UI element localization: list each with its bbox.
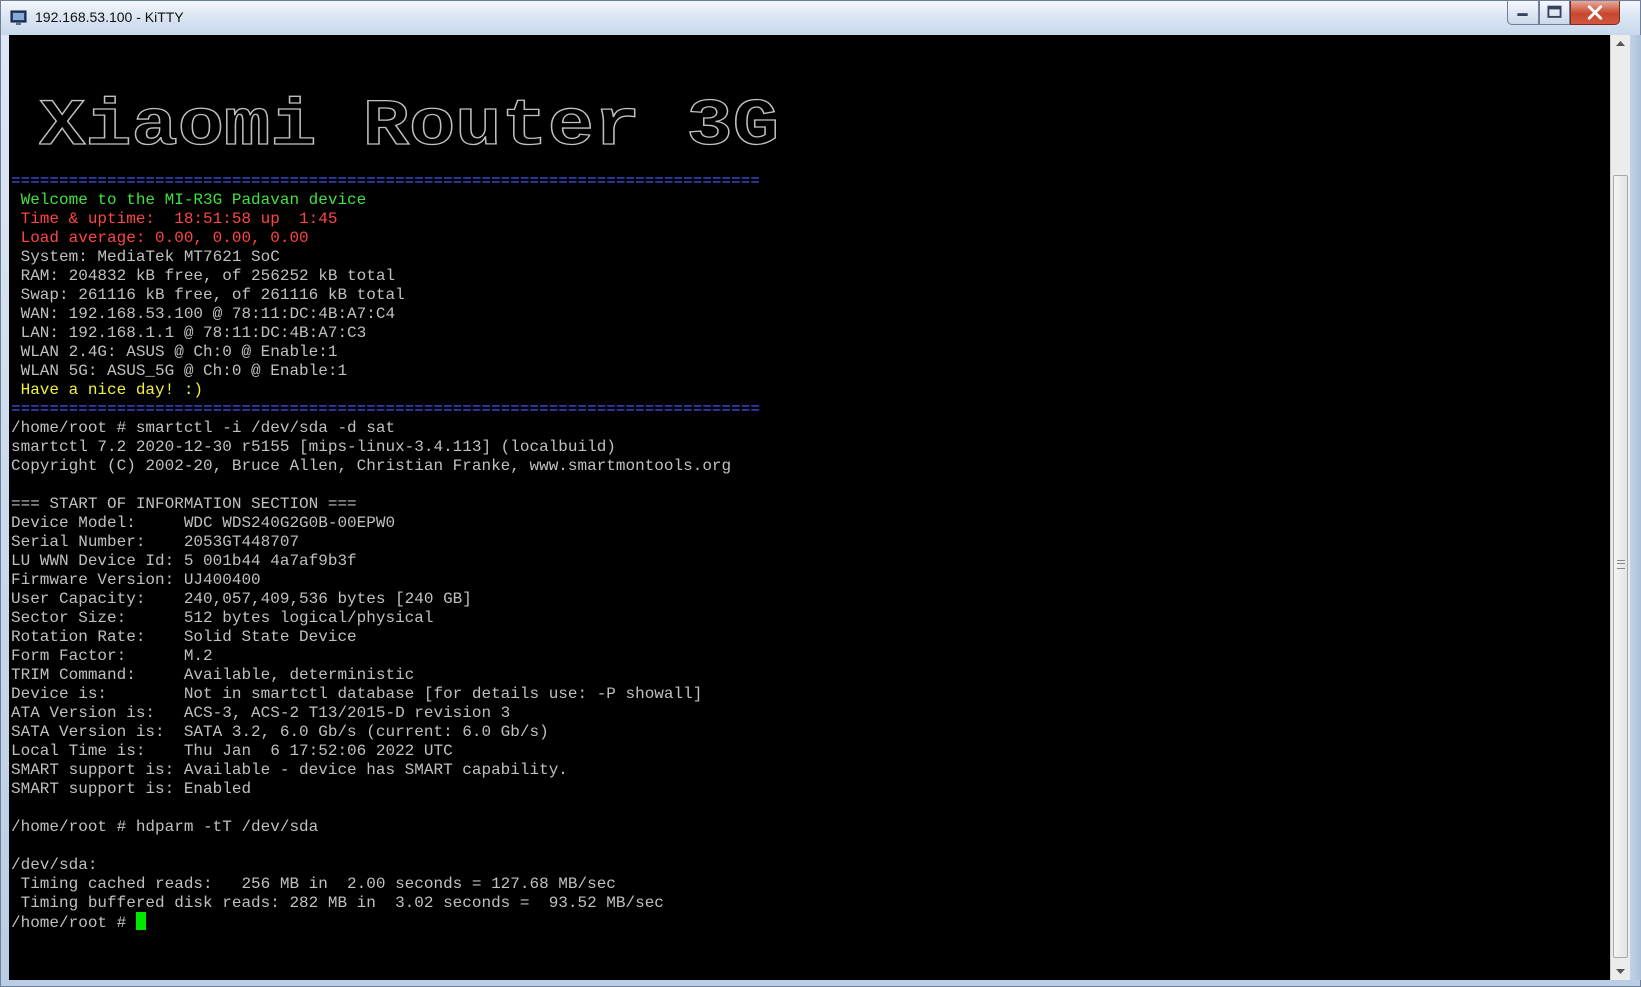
minimize-button[interactable]: [1507, 1, 1539, 25]
maximize-button[interactable]: [1539, 1, 1570, 25]
info-line: Sector Size: 512 bytes logical/physical: [11, 609, 434, 627]
banner-swap: Swap: 261116 kB free, of 261116 kB total: [11, 286, 405, 304]
info-line: Local Time is: Thu Jan 6 17:52:06 2022 U…: [11, 742, 453, 760]
arrow-up-icon: [1616, 41, 1625, 46]
command-smartctl: /home/root # smartctl -i /dev/sda -d sat: [11, 419, 396, 437]
thumb-grip-icon: [1617, 560, 1625, 569]
banner-load: Load average: 0.00, 0.00, 0.00: [11, 229, 309, 247]
maximize-icon: [1547, 5, 1562, 18]
info-line: Rotation Rate: Solid State Device: [11, 628, 357, 646]
window-title: 192.168.53.100 - KiTTY: [35, 9, 184, 25]
banner-wlan24: WLAN 2.4G: ASUS @ Ch:0 @ Enable:1: [11, 343, 338, 361]
ascii-art-logo-text: Xiaomi Router 3G: [39, 89, 779, 164]
scroll-down-button[interactable]: [1611, 962, 1630, 980]
close-icon: [1587, 5, 1603, 20]
banner-welcome: Welcome to the MI-R3G Padavan device: [11, 191, 367, 209]
shell-prompt: /home/root #: [11, 914, 136, 932]
info-line: SATA Version is: SATA 3.2, 6.0 Gb/s (cur…: [11, 723, 549, 741]
info-line: User Capacity: 240,057,409,536 bytes [24…: [11, 590, 472, 608]
info-line: Form Factor: M.2: [11, 647, 213, 665]
info-line: ATA Version is: ACS-3, ACS-2 T13/2015-D …: [11, 704, 511, 722]
kitty-app-icon[interactable]: [10, 9, 27, 26]
info-line: Device Model: WDC WDS240G2G0B-00EPW0: [11, 514, 396, 532]
vertical-scrollbar[interactable]: [1610, 35, 1630, 980]
info-section-header: === START OF INFORMATION SECTION ===: [11, 495, 357, 513]
hdparm-buffered-reads: Timing buffered disk reads: 282 MB in 3.…: [11, 894, 664, 912]
hdparm-cached-reads: Timing cached reads: 256 MB in 2.00 seco…: [11, 875, 616, 893]
minimize-icon: [1517, 13, 1528, 16]
shell-prompt-line[interactable]: /home/root #: [11, 912, 146, 933]
arrow-down-icon: [1616, 969, 1625, 974]
banner-time: Time & uptime: 18:51:58 up 1:45: [11, 210, 338, 228]
smartctl-copyright: Copyright (C) 2002-20, Bruce Allen, Chri…: [11, 457, 732, 475]
info-line: SMART support is: Enabled: [11, 780, 252, 798]
banner-goodbye: Have a nice day! :): [11, 381, 204, 399]
info-line: Device is: Not in smartctl database [for…: [11, 685, 703, 703]
kitty-window: 192.168.53.100 - KiTTY Xiaomi Router 3G …: [0, 0, 1641, 987]
info-line: LU WWN Device Id: 5 001b44 4a7af9b3f: [11, 552, 357, 570]
scroll-up-button[interactable]: [1611, 35, 1630, 53]
info-line: SMART support is: Available - device has…: [11, 761, 568, 779]
info-line: TRIM Command: Available, deterministic: [11, 666, 415, 684]
hdparm-device: /dev/sda:: [11, 856, 98, 874]
banner-ram: RAM: 204832 kB free, of 256252 kB total: [11, 267, 396, 285]
title-bar[interactable]: 192.168.53.100 - KiTTY: [1, 1, 1640, 35]
smartctl-version: smartctl 7.2 2020-12-30 r5155 [mips-linu…: [11, 438, 616, 456]
banner-wlan5: WLAN 5G: ASUS_5G @ Ch:0 @ Enable:1: [11, 362, 348, 380]
ascii-art-logo: Xiaomi Router 3G: [39, 88, 780, 164]
close-button[interactable]: [1570, 1, 1620, 25]
info-line: Firmware Version: UJ400400: [11, 571, 261, 589]
scroll-thumb[interactable]: [1613, 175, 1628, 958]
separator-top: ========================================…: [11, 172, 760, 190]
info-line: Serial Number: 2053GT448707: [11, 533, 300, 551]
terminal-screen[interactable]: Xiaomi Router 3G =======================…: [9, 35, 1610, 980]
banner-lan: LAN: 192.168.1.1 @ 78:11:DC:4B:A7:C3: [11, 324, 367, 342]
command-hdparm: /home/root # hdparm -tT /dev/sda: [11, 818, 319, 836]
banner-wan: WAN: 192.168.53.100 @ 78:11:DC:4B:A7:C4: [11, 305, 396, 323]
banner-system: System: MediaTek MT7621 SoC: [11, 248, 280, 266]
window-frame-right: [1630, 35, 1641, 980]
separator-bottom: ========================================…: [11, 400, 760, 418]
terminal-cursor: [135, 912, 146, 930]
